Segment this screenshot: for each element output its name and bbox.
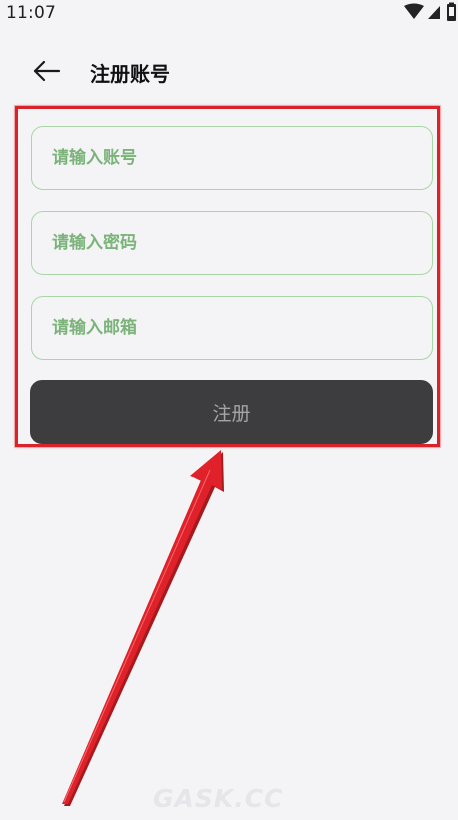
arrow-body [62, 450, 222, 804]
page-title: 注册账号 [90, 62, 170, 86]
arrow-shadow [64, 452, 224, 806]
app-header: 注册账号 [0, 48, 458, 94]
arrow-left-icon [33, 60, 61, 82]
back-button[interactable] [26, 54, 66, 88]
form-highlight-box [15, 106, 440, 447]
battery-icon [447, 2, 456, 21]
status-icons [396, 2, 458, 24]
wifi-icon [404, 3, 424, 19]
watermark: GASK.CC [153, 784, 284, 813]
arrow-highlight [63, 469, 211, 803]
status-icons-svg [404, 2, 456, 21]
signal-icon [428, 6, 440, 19]
status-bar: 11:07 [0, 0, 458, 28]
status-time: 11:07 [6, 3, 56, 23]
